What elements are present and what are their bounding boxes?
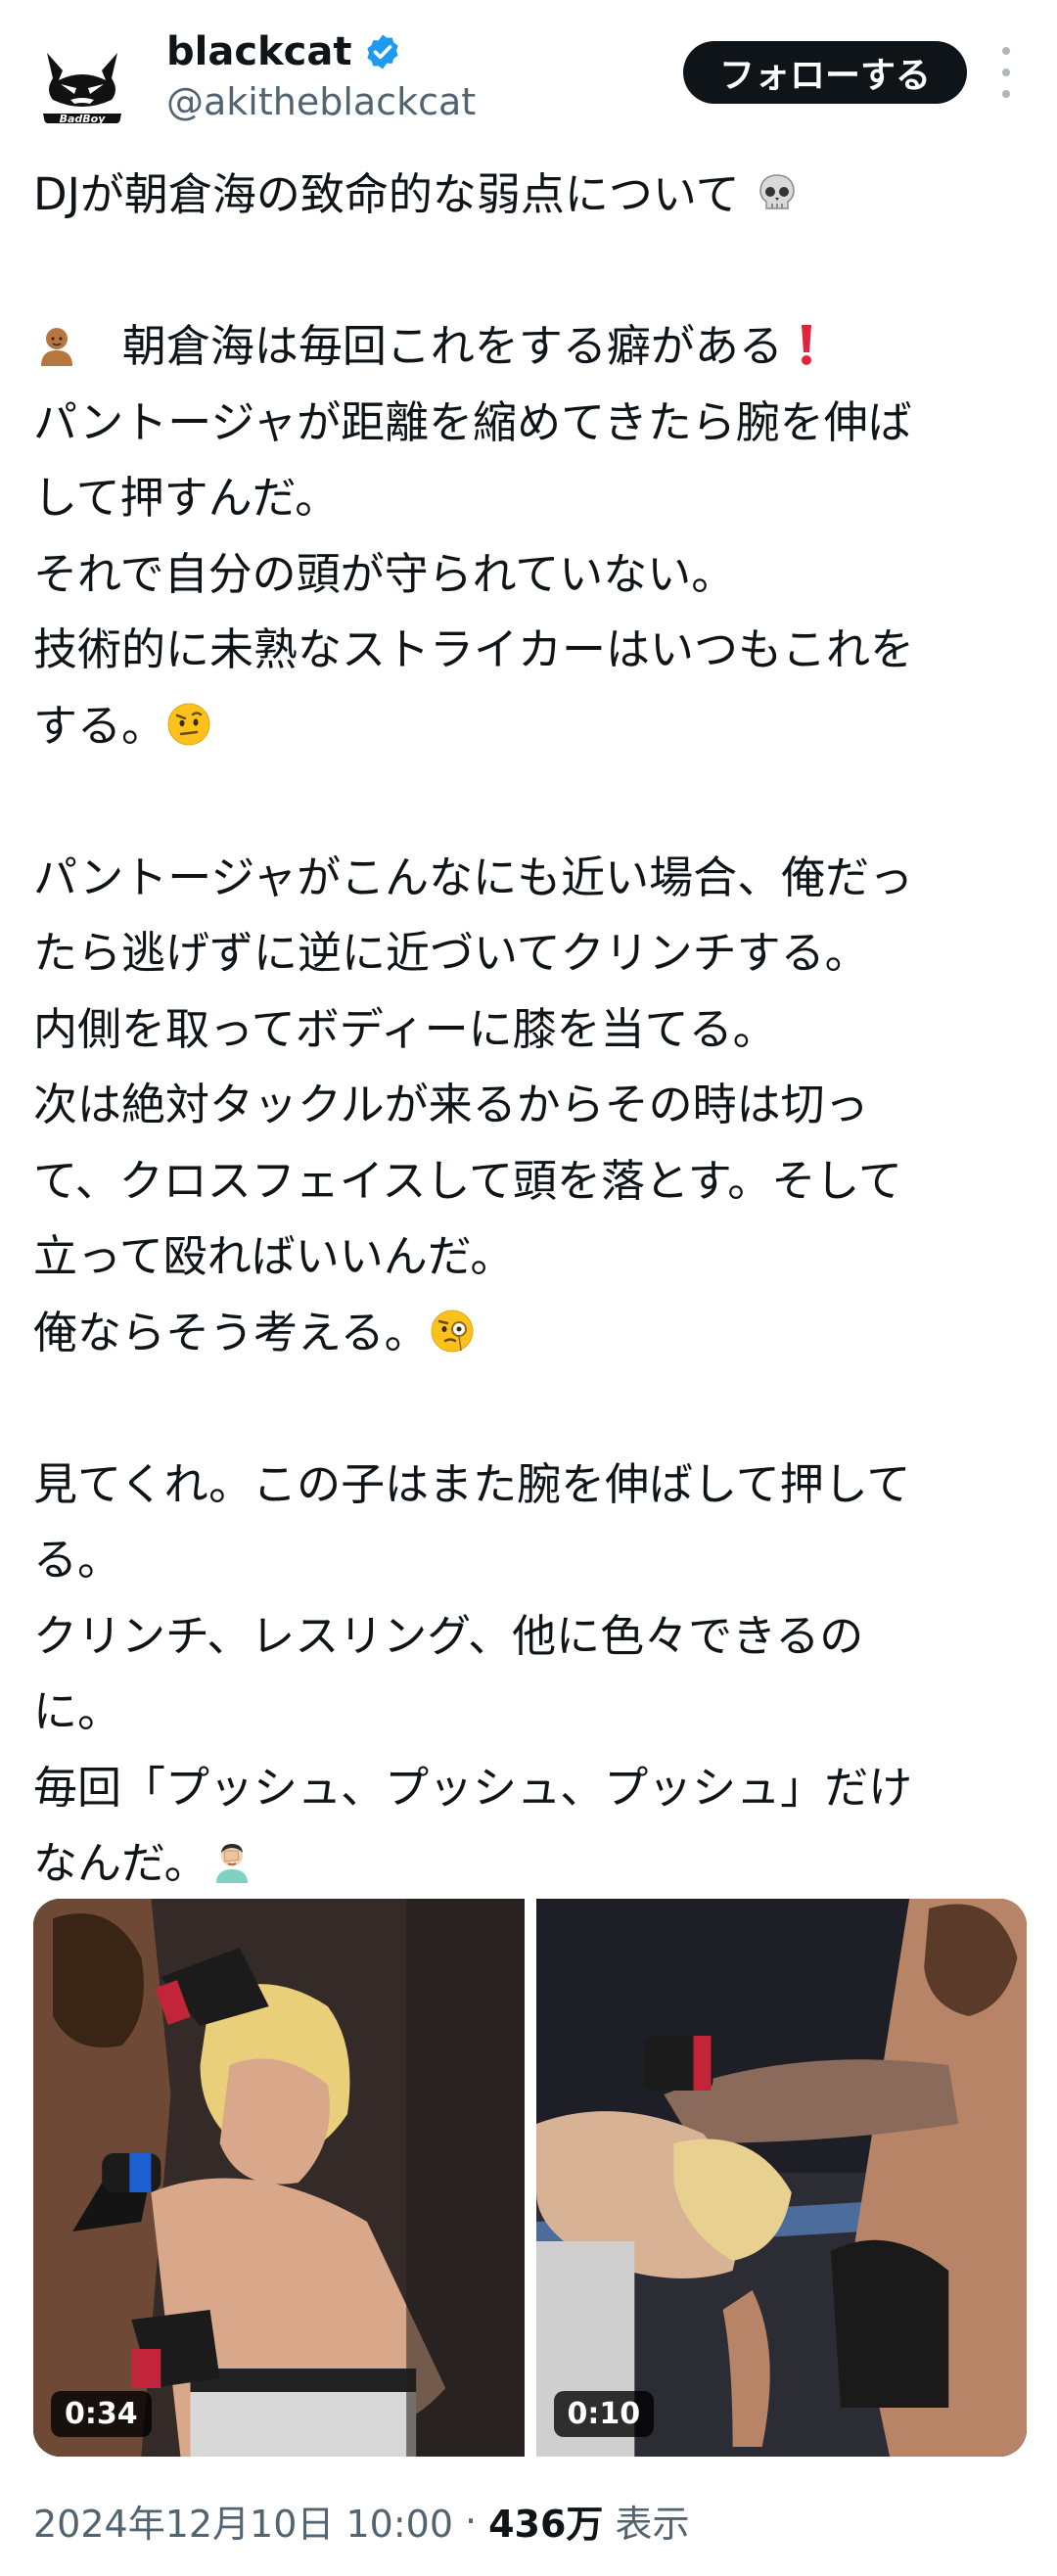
monocle-emoji-icon bbox=[431, 1310, 474, 1352]
tweet-line: DJが朝倉海の致命的な弱点について bbox=[33, 157, 1027, 233]
name-row: blackcat bbox=[166, 29, 402, 74]
tweet-line: 朝倉海は毎回これをする癖がある bbox=[33, 308, 1027, 385]
bald-man-emoji-icon bbox=[41, 328, 72, 366]
tweet-line: たら逃げずに逆に近づいてクリンチする。 bbox=[33, 927, 869, 979]
meta-separator: · bbox=[465, 2499, 478, 2543]
svg-text:BadBoy: BadBoy bbox=[60, 113, 107, 125]
tweet-line: 技術的に未熟なストライカーはいつもこれを bbox=[33, 623, 915, 675]
tweet-line: 立って殴ればいいんだ。 bbox=[33, 1230, 515, 1282]
more-vertical-icon[interactable] bbox=[996, 47, 1016, 98]
fight-scene-1-image bbox=[33, 1899, 525, 2457]
tweet-body: DJが朝倉海の致命的な弱点について 朝倉海は毎回これをする癖がある パントージャ… bbox=[33, 157, 1027, 1902]
tweet-line: て、クロスフェイスして頭を落とす。そして bbox=[33, 1154, 902, 1207]
tweet-line: 俺ならそう考える。 bbox=[33, 1295, 1027, 1371]
views-count: 436万 bbox=[488, 2503, 604, 2546]
raised-eyebrow-emoji-icon bbox=[167, 703, 210, 745]
views-label: 表示 bbox=[615, 2503, 690, 2546]
follow-button[interactable]: フォローする bbox=[683, 41, 967, 104]
tweet-timestamp[interactable]: 2024年12月10日 10:00 bbox=[33, 2494, 453, 2548]
video-thumbnail-1[interactable]: 0:34 bbox=[33, 1899, 525, 2457]
fight-scene-2-image bbox=[535, 1899, 1027, 2457]
verified-badge-icon bbox=[367, 34, 399, 69]
tweet-line: 内側を取ってボディーに膝を当てる。 bbox=[33, 1002, 777, 1055]
user-handle[interactable]: @akitheblackcat bbox=[166, 80, 476, 123]
tweet-line: 見てくれ。この子はまた腕を伸ばして押して bbox=[33, 1457, 911, 1510]
skull-emoji-icon bbox=[759, 174, 795, 209]
tweet-line: クリンチ、レスリング、他に色々できるの bbox=[33, 1609, 864, 1662]
exclamation-emoji-icon bbox=[801, 325, 811, 365]
video-duration: 0:10 bbox=[553, 2391, 655, 2437]
badboy-logo-icon: BadBoy bbox=[29, 31, 135, 137]
video-duration: 0:34 bbox=[51, 2391, 152, 2437]
tweet-line: する。 bbox=[33, 688, 1027, 764]
tweet-line: それで自分の頭が守られていない。 bbox=[33, 547, 736, 600]
video-thumbnail-2[interactable]: 0:10 bbox=[535, 1899, 1027, 2457]
tweet-line: 毎回「プッシュ、プッシュ、プッシュ」だけ bbox=[33, 1761, 913, 1814]
tweet-meta: 2024年12月10日 10:00 · 436万 表示 bbox=[33, 2494, 689, 2548]
tweet-header: BadBoy blackcat @akitheblackcat フォローする bbox=[0, 0, 1057, 147]
facepalm-emoji-icon bbox=[215, 1844, 248, 1883]
tweet-line: パントージャがこんなにも近い場合、俺だっ bbox=[33, 851, 914, 903]
tweet-line: なんだ。 bbox=[33, 1825, 1027, 1902]
tweet-line: る。 bbox=[33, 1534, 122, 1586]
display-name[interactable]: blackcat bbox=[166, 29, 351, 74]
avatar[interactable]: BadBoy bbox=[29, 31, 135, 137]
tweet-line: に。 bbox=[33, 1685, 122, 1737]
tweet-line: 次は絶対タックルが来るからその時は切っ bbox=[33, 1079, 869, 1130]
media-grid: 0:34 0:10 bbox=[33, 1899, 1027, 2457]
tweet-line: して押すんだ。 bbox=[33, 472, 340, 524]
tweet-line: パントージャが距離を縮めてきたら腕を伸ば bbox=[33, 395, 912, 448]
